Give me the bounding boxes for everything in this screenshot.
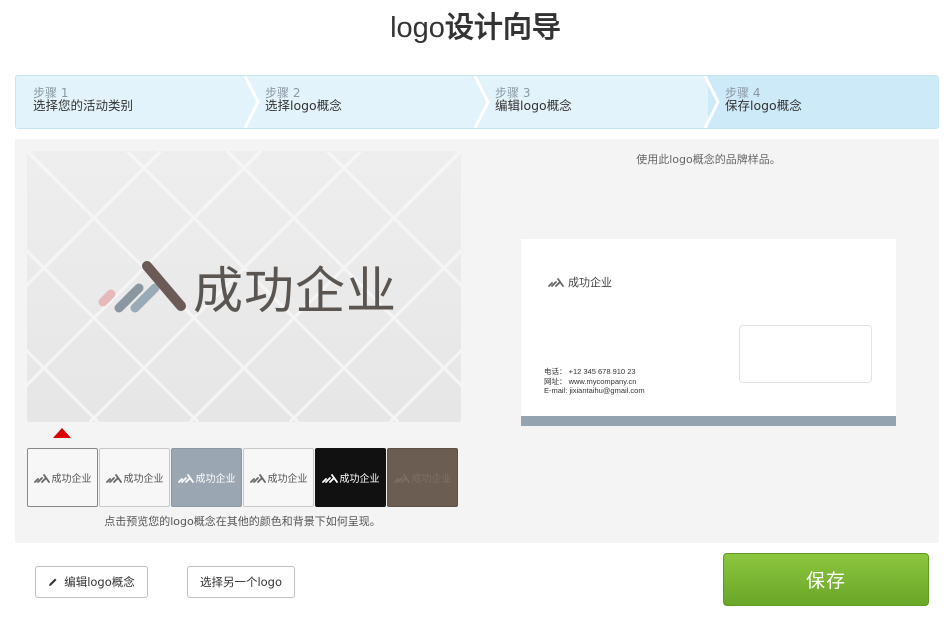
card-web-row: 网址： www.mycompany.cn: [544, 377, 645, 387]
card-address-box: [739, 325, 872, 383]
save-button[interactable]: 保存: [723, 553, 929, 606]
card-company-name: 成功企业: [568, 276, 612, 289]
logo-preview: 成功企业: [27, 151, 461, 422]
swatch-6-label: 成功企业: [411, 474, 452, 485]
logo-mark-icon: [98, 261, 186, 313]
card-logo: 成功企业: [547, 274, 612, 290]
edit-logo-label: 编辑logo概念: [64, 575, 135, 589]
step-3[interactable]: 步骤 3 编辑logo概念: [478, 76, 708, 128]
card-email: jixiantaihu@gmail.com: [569, 386, 645, 395]
step-2[interactable]: 步骤 2 选择logo概念: [248, 76, 478, 128]
swatch-5-label: 成功企业: [339, 474, 380, 485]
page-title-rest: 设计向导: [444, 12, 561, 44]
business-card-sample: 成功企业 电话： +12 345 678 910 23 网址： www.myco…: [521, 239, 896, 426]
mini-logo-icon: [105, 473, 122, 483]
swatch-1-label: 成功企业: [51, 474, 92, 485]
color-swatches: 成功企业 成功企业 成功企业 成功企业 成功企业 成功企业: [27, 448, 458, 507]
swatch-5[interactable]: 成功企业: [315, 448, 386, 507]
swatch-4-label: 成功企业: [267, 474, 308, 485]
page-title: logo设计向导: [0, 4, 951, 46]
swatch-3-label: 成功企业: [195, 474, 236, 485]
mini-logo-icon: [177, 473, 194, 483]
selected-swatch-marker-icon: [53, 428, 71, 438]
step-separator-icon: [244, 76, 260, 128]
card-web: www.mycompany.cn: [568, 376, 637, 386]
card-email-row: E-mail: jixiantaihu@gmail.com: [544, 386, 645, 396]
card-web-label: 网址：: [544, 376, 567, 386]
pencil-icon: [48, 577, 58, 587]
card-logo-icon: [548, 278, 564, 287]
swatch-2[interactable]: 成功企业: [99, 448, 170, 507]
mini-logo-icon: [393, 473, 410, 483]
swatch-6[interactable]: 成功企业: [387, 448, 458, 507]
wizard-steps: 步骤 1 选择您的活动类别 步骤 2 选择logo概念 步骤 3 编辑logo概…: [15, 75, 939, 129]
swatch-6-logo: 成功企业: [393, 470, 452, 485]
step-3-label: 编辑logo概念: [495, 98, 572, 113]
mini-logo-icon: [321, 473, 338, 483]
swatch-3-logo: 成功企业: [177, 470, 236, 485]
swatch-4-logo: 成功企业: [249, 470, 308, 485]
step-2-label: 选择logo概念: [265, 98, 342, 113]
swatch-hint: 点击预览您的logo概念在其他的颜色和背景下如何呈现。: [104, 515, 381, 528]
preview-company-name: 成功企业: [193, 262, 397, 320]
mini-logo-icon: [33, 473, 50, 483]
mini-logo-icon: [249, 473, 266, 483]
logo-wizard-page: logo设计向导 步骤 1 选择您的活动类别 步骤 2 选择logo概念 步骤 …: [0, 0, 951, 617]
step-4-label: 保存logo概念: [725, 98, 802, 113]
card-phone: +12 345 678 910 23: [568, 367, 636, 376]
swatch-1-logo: 成功企业: [33, 470, 92, 485]
swatch-2-label: 成功企业: [123, 474, 164, 485]
step-separator-icon: [704, 76, 720, 128]
main-panel: 成功企业 成功企业 成功企业 成功企业 成功企业 成功企业 成功企业 点击预览您…: [15, 139, 939, 543]
card-phone-label: 电话：: [544, 367, 567, 376]
step-4[interactable]: 步骤 4 保存logo概念: [708, 76, 938, 128]
choose-other-logo-button[interactable]: 选择另一个logo: [187, 566, 295, 598]
swatch-5-logo: 成功企业: [321, 470, 380, 485]
page-title-prefix: logo: [390, 12, 445, 44]
swatch-4[interactable]: 成功企业: [243, 448, 314, 507]
edit-logo-button[interactable]: 编辑logo概念: [35, 566, 148, 598]
step-1[interactable]: 步骤 1 选择您的活动类别: [16, 76, 248, 128]
step-1-label: 选择您的活动类别: [33, 98, 134, 113]
card-phone-row: 电话： +12 345 678 910 23: [544, 367, 645, 377]
brand-sample-note: 使用此logo概念的品牌样品。: [636, 153, 781, 166]
card-contact-info: 电话： +12 345 678 910 23 网址： www.mycompany…: [544, 367, 645, 396]
card-email-label: E-mail:: [544, 386, 568, 395]
swatch-2-logo: 成功企业: [105, 470, 164, 485]
swatch-3[interactable]: 成功企业: [171, 448, 242, 507]
swatch-1[interactable]: 成功企业: [27, 448, 98, 507]
step-separator-icon: [474, 76, 490, 128]
